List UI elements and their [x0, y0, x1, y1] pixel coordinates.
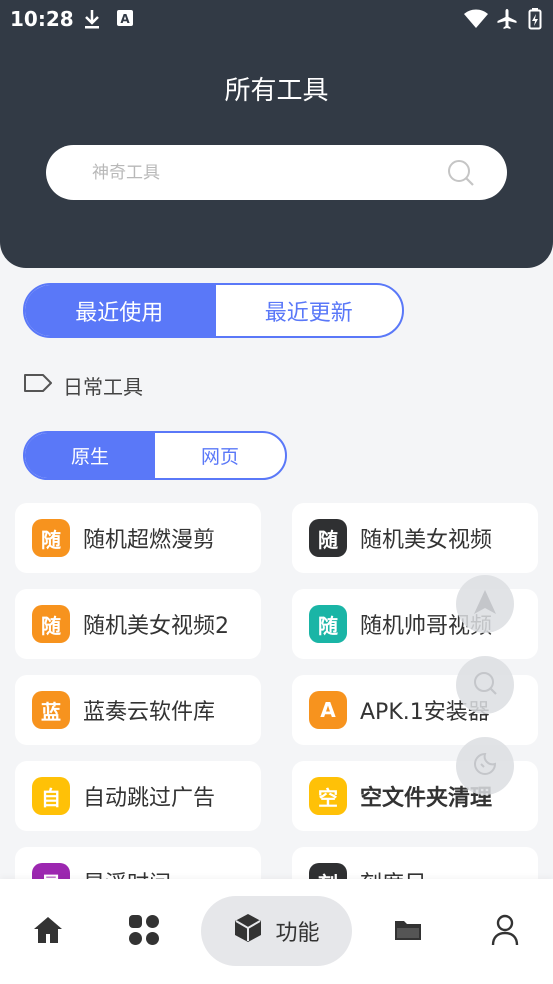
tab-recent-used[interactable]: 最近使用 [25, 285, 214, 336]
tool-card[interactable]: 蓝 蓝奏云软件库 [15, 675, 261, 745]
tab-recent-updated[interactable]: 最近更新 [213, 285, 403, 336]
recent-tabs: 最近使用 最近更新 [23, 283, 404, 338]
search-icon[interactable] [447, 159, 475, 191]
tool-label: 随机超燃漫剪 [83, 528, 216, 553]
user-icon [491, 914, 519, 950]
tool-badge: 蓝 [32, 691, 70, 729]
tool-label: 随机美女视频 [360, 528, 493, 553]
night-mode-fab[interactable] [456, 737, 514, 795]
apps-grid-icon [128, 914, 160, 950]
search-bar[interactable] [46, 145, 507, 200]
tool-card[interactable]: 随 随机美女视频 [292, 503, 538, 573]
a-box-icon: A [116, 9, 134, 31]
svg-text:A: A [120, 12, 130, 26]
nav-apps[interactable] [114, 879, 174, 984]
search-input[interactable] [92, 160, 422, 186]
home-icon [32, 915, 64, 949]
section-label: 日常工具 [63, 375, 143, 399]
tab-native[interactable]: 原生 [25, 433, 155, 478]
nav-features[interactable]: 功能 [201, 896, 352, 966]
tool-label: 自动跳过广告 [83, 786, 216, 811]
cube-icon [233, 913, 263, 949]
status-time: 10:28 [10, 7, 74, 31]
tool-label: 随机美女视频2 [83, 614, 229, 639]
nav-home[interactable] [18, 879, 78, 984]
status-bar: 10:28 A [0, 0, 553, 38]
tool-badge: 空 [309, 777, 347, 815]
tool-badge: 随 [309, 519, 347, 557]
all-tools-page: 10:28 A 所有工具 最近使用 最近 [0, 0, 553, 984]
tag-icon [23, 372, 53, 399]
nav-features-label: 功能 [275, 921, 320, 946]
search-icon [472, 670, 498, 700]
airplane-icon [496, 8, 518, 34]
tool-card[interactable]: 随 随机超燃漫剪 [15, 503, 261, 573]
tab-web[interactable]: 网页 [155, 433, 285, 478]
tool-label: 蓝奏云软件库 [83, 700, 216, 725]
nav-profile[interactable] [475, 879, 535, 984]
navigate-fab[interactable] [456, 575, 514, 633]
navigate-icon [473, 589, 497, 619]
tool-card[interactable]: 随 随机美女视频2 [15, 589, 261, 659]
tool-badge: A [309, 691, 347, 729]
battery-icon [528, 8, 542, 34]
page-title: 所有工具 [224, 76, 329, 106]
tool-card[interactable]: 自 自动跳过广告 [15, 761, 261, 831]
tool-badge: 自 [32, 777, 70, 815]
wifi-icon [463, 9, 489, 33]
tool-badge: 随 [32, 519, 70, 557]
tool-badge: 随 [32, 605, 70, 643]
type-tabs: 原生 网页 [23, 431, 287, 480]
bottom-nav: 功能 [0, 879, 553, 984]
download-icon [82, 8, 102, 34]
folder-icon [393, 918, 423, 946]
header: 10:28 A 所有工具 [0, 0, 553, 268]
tool-badge: 随 [309, 605, 347, 643]
nav-files[interactable] [378, 879, 438, 984]
night-mode-icon [472, 751, 498, 781]
section-header: 日常工具 [23, 371, 143, 400]
search-fab[interactable] [456, 656, 514, 714]
